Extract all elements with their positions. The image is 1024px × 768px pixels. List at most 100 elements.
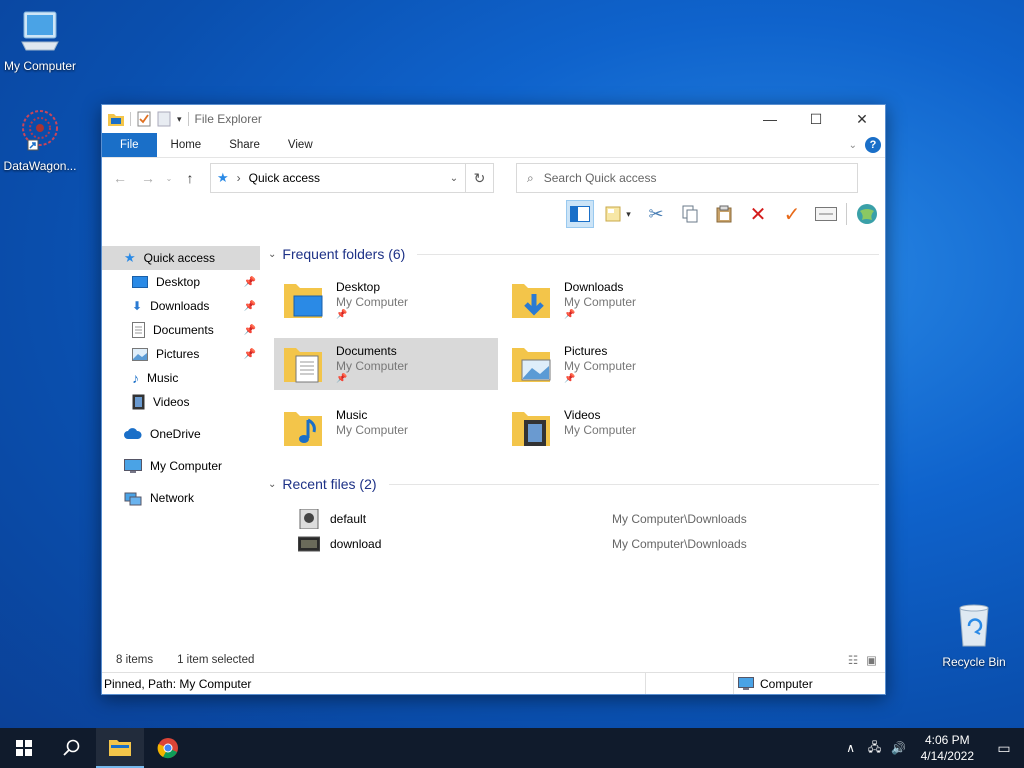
- sidebar-item-videos[interactable]: Videos: [102, 390, 260, 414]
- desktop-icon-datawagon[interactable]: DataWagon...: [0, 106, 80, 173]
- sidebar-item-label: Videos: [153, 395, 190, 409]
- refresh-button[interactable]: ↻: [465, 164, 493, 192]
- frequent-folders-header[interactable]: ⌄ Frequent folders (6): [268, 242, 885, 266]
- network-status-icon[interactable]: 🖧: [863, 738, 887, 759]
- pin-icon[interactable]: 📌: [244, 325, 256, 336]
- taskbar-file-explorer[interactable]: [96, 728, 144, 768]
- details-spacer: [646, 673, 734, 694]
- details-zone: Computer: [760, 676, 813, 691]
- recent-files-list: default My Computer\Downloads download M…: [298, 506, 885, 556]
- folder-name: Music: [336, 408, 368, 422]
- search-button[interactable]: [48, 728, 96, 768]
- frequent-folders-grid: Desktop My Computer 📌 Downloads My Compu…: [274, 274, 885, 454]
- collapse-chevron-icon[interactable]: ⌄: [268, 249, 276, 260]
- help-icon[interactable]: ?: [865, 137, 881, 153]
- tab-view[interactable]: View: [274, 133, 327, 157]
- sidebar-item-music[interactable]: ♪ Music: [102, 366, 260, 390]
- collapse-chevron-icon[interactable]: ⌄: [268, 479, 276, 490]
- large-icons-view-icon[interactable]: ▣: [866, 653, 877, 667]
- up-button[interactable]: ↑: [178, 166, 202, 190]
- globe-icon: [857, 204, 877, 224]
- clock[interactable]: 4:06 PM 4/14/2022: [911, 732, 984, 764]
- customize-qat-dropdown-icon[interactable]: ▾: [177, 114, 182, 125]
- desktop-icon: [132, 276, 148, 288]
- navigation-pane-button[interactable]: [566, 200, 594, 228]
- details-view-icon[interactable]: ☷: [848, 653, 858, 667]
- folder-icon[interactable]: [108, 112, 124, 126]
- recent-locations-icon[interactable]: ⌄: [164, 166, 174, 190]
- sidebar-item-onedrive[interactable]: OneDrive: [102, 422, 260, 446]
- document-icon: [132, 322, 145, 338]
- folder-tile-videos[interactable]: Videos My Computer: [502, 402, 726, 454]
- sidebar-item-my-computer[interactable]: My Computer: [102, 454, 260, 478]
- pictures-folder-icon: [512, 348, 551, 382]
- delete-button[interactable]: ✕: [744, 200, 772, 228]
- pin-icon[interactable]: 📌: [244, 277, 256, 288]
- pin-icon[interactable]: 📌: [244, 301, 256, 312]
- forward-button[interactable]: →: [136, 166, 160, 190]
- desktop-icon-label: DataWagon...: [3, 159, 77, 173]
- desktop-icon-recycle-bin[interactable]: Recycle Bin: [934, 602, 1014, 669]
- paste-icon: [716, 205, 732, 223]
- rename-button[interactable]: ✓: [778, 200, 806, 228]
- desktop-icon-my-computer[interactable]: My Computer: [0, 8, 80, 73]
- sidebar-item-network[interactable]: Network: [102, 486, 260, 510]
- item-count: 8 items: [116, 654, 154, 666]
- folder-tile-pictures[interactable]: Pictures My Computer 📌: [502, 338, 726, 390]
- list-item[interactable]: download My Computer\Downloads: [298, 531, 885, 556]
- expand-ribbon-icon[interactable]: ⌄: [849, 140, 857, 151]
- sidebar-item-pictures[interactable]: Pictures 📌: [102, 342, 260, 366]
- window-title: File Explorer: [194, 112, 262, 126]
- back-button[interactable]: ←: [108, 166, 132, 190]
- layout-button[interactable]: ▾: [600, 200, 636, 228]
- properties-icon[interactable]: [137, 111, 151, 127]
- start-button[interactable]: [0, 728, 48, 768]
- address-bar[interactable]: ★ › Quick access ⌄ ↻: [210, 163, 494, 193]
- recent-files-header[interactable]: ⌄ Recent files (2): [268, 472, 885, 496]
- pin-icon[interactable]: 📌: [244, 349, 256, 360]
- folder-tile-desktop[interactable]: Desktop My Computer 📌: [274, 274, 498, 326]
- group-title: Frequent folders (6): [282, 246, 406, 262]
- maximize-button[interactable]: ☐: [793, 105, 839, 133]
- copy-icon: [682, 205, 698, 223]
- divider: [388, 483, 879, 485]
- address-dropdown-icon[interactable]: ⌄: [443, 173, 465, 184]
- pin-icon: 📌: [564, 309, 576, 319]
- folder-tile-documents[interactable]: Documents My Computer 📌: [274, 338, 498, 390]
- volume-icon[interactable]: 🔊: [887, 741, 911, 755]
- sidebar-item-downloads[interactable]: ⬇ Downloads 📌: [102, 294, 260, 318]
- show-hidden-icons-icon[interactable]: ∧: [839, 741, 863, 755]
- taskbar-chrome[interactable]: [144, 728, 192, 768]
- separator: [187, 112, 189, 126]
- folder-tile-downloads[interactable]: Downloads My Computer 📌: [502, 274, 726, 326]
- close-button[interactable]: ✕: [839, 105, 885, 133]
- folder-name: Pictures: [564, 344, 608, 358]
- music-note-icon: ♪: [132, 370, 139, 386]
- tab-file[interactable]: File: [102, 133, 157, 157]
- status-bar: 8 items 1 item selected ☷ ▣: [102, 648, 885, 672]
- notification-center-icon[interactable]: ▭: [984, 740, 1024, 757]
- search-placeholder: Search Quick access: [543, 171, 657, 185]
- breadcrumb-quick-access[interactable]: Quick access: [249, 171, 320, 185]
- sidebar-item-desktop[interactable]: Desktop 📌: [102, 270, 260, 294]
- tab-home[interactable]: Home: [157, 133, 216, 157]
- file-path: My Computer\Downloads: [612, 511, 747, 526]
- list-item[interactable]: default My Computer\Downloads: [298, 506, 885, 531]
- folder-location: My Computer: [336, 423, 409, 437]
- search-input[interactable]: ⌕ Search Quick access: [516, 163, 858, 193]
- tab-share[interactable]: Share: [215, 133, 274, 157]
- paste-button[interactable]: [710, 200, 738, 228]
- folder-tile-music[interactable]: Music My Computer: [274, 402, 498, 454]
- sidebar-item-quick-access[interactable]: ★ Quick access: [102, 246, 260, 270]
- sidebar-item-label: Desktop: [156, 275, 201, 289]
- internet-button[interactable]: [853, 200, 881, 228]
- new-folder-icon[interactable]: [157, 111, 171, 127]
- breadcrumb-chevron-icon[interactable]: ›: [237, 171, 241, 185]
- clock-time: 4:06 PM: [924, 733, 970, 747]
- properties-button[interactable]: [812, 200, 840, 228]
- copy-button[interactable]: [676, 200, 704, 228]
- minimize-button[interactable]: —: [747, 105, 793, 133]
- cut-button[interactable]: ✂: [642, 200, 670, 228]
- sidebar-item-documents[interactable]: Documents 📌: [102, 318, 260, 342]
